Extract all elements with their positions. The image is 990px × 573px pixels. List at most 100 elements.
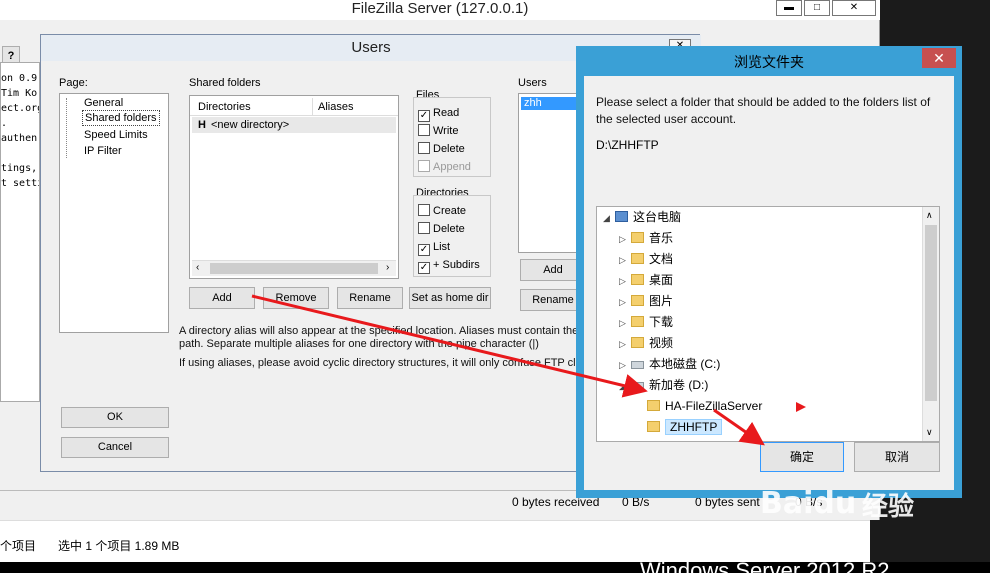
tree-node-label: 下载 (649, 315, 674, 329)
folder-icon (647, 421, 660, 432)
maximize-button[interactable]: □ (804, 0, 830, 16)
explorer-statusbar: 个项目 选中 1 个项目 1.89 MB (0, 520, 870, 564)
add-folder-button[interactable]: Add (189, 287, 255, 309)
perm-append-checkbox: Append (418, 158, 471, 176)
horizontal-scrollbar[interactable]: ‹ › (192, 260, 396, 276)
folder-icon (647, 400, 660, 411)
tree-node[interactable]: ▷ 音乐 (603, 228, 923, 249)
browse-prompt: Please select a folder that should be ad… (596, 95, 931, 126)
home-dir-marker: H (198, 119, 206, 131)
scroll-down-icon[interactable]: ∨ (926, 427, 933, 438)
tree-node[interactable]: ▷ 图片 (603, 291, 923, 312)
tree-node[interactable]: ▷ 本地磁盘 (C:) (603, 354, 923, 375)
browse-cancel-button[interactable]: 取消 (854, 442, 940, 472)
directories-group: Create Delete ✓ List ✓ + Subdirs (413, 195, 491, 277)
log-line: t setti (1, 178, 40, 189)
tree-node[interactable]: ▷ 视频 (603, 333, 923, 354)
computer-icon (615, 211, 628, 222)
perm-write-checkbox[interactable]: Write (418, 122, 458, 140)
folder-icon (631, 232, 644, 243)
tree-rows: ◢ 这台电脑 ▷ 音乐 ▷ 文档 ▷ 桌面 ▷ 图片 ▷ 下载 ▷ 视频 ▷ 本地磁盘 (C:) ◢ 新加卷 (D… (603, 207, 923, 438)
browse-body: Please select a folder that should be ad… (584, 76, 954, 490)
rename-folder-button[interactable]: Rename (337, 287, 403, 309)
alias-note-3: If using aliases, please avoid cyclic di… (179, 357, 579, 369)
remove-folder-button[interactable]: Remove (263, 287, 329, 309)
perm-dir-delete-checkbox[interactable]: Delete (418, 220, 465, 238)
files-group: ✓ Read Write Delete Append (413, 97, 491, 177)
tree-node-label: 这台电脑 (633, 210, 682, 224)
tree-node[interactable]: ◢ 新加卷 (D:) (603, 375, 923, 396)
browse-folder-dialog: 浏览文件夹 ✕ Please select a folder that shou… (576, 46, 962, 498)
expand-arrow-icon[interactable]: ▷ (619, 313, 631, 334)
log-line: ect.org (1, 103, 40, 114)
expand-arrow-icon[interactable]: ◢ (619, 376, 631, 397)
perm-read-checkbox[interactable]: ✓ Read (418, 104, 459, 122)
close-button[interactable]: ✕ (832, 0, 876, 16)
table-row[interactable]: H <new directory> (192, 117, 396, 133)
list-header: Directories Aliases (190, 98, 398, 116)
browse-close-button[interactable]: ✕ (922, 48, 956, 68)
cancel-button[interactable]: Cancel (61, 437, 169, 458)
log-line: tings, (1, 163, 38, 174)
expand-arrow-icon[interactable]: ▷ (619, 355, 631, 376)
minimize-button[interactable]: ▬ (776, 0, 802, 16)
perm-delete-checkbox[interactable]: Delete (418, 140, 465, 158)
expand-arrow-icon[interactable]: ▷ (619, 292, 631, 313)
vertical-scrollbar[interactable]: ∧ ∨ (922, 207, 939, 441)
scroll-left-icon[interactable]: ‹ (196, 262, 199, 273)
folder-icon (631, 295, 644, 306)
col-divider (312, 98, 313, 116)
tree-node-label: 本地磁盘 (C:) (649, 357, 721, 371)
shared-folders-label: Shared folders (189, 77, 261, 89)
set-home-dir-button[interactable]: Set as home dir (409, 287, 491, 309)
tree-node-label: HA-FileZillaServer (665, 399, 763, 413)
scroll-thumb[interactable] (925, 225, 937, 401)
scroll-up-icon[interactable]: ∧ (926, 210, 933, 221)
expand-arrow-icon[interactable]: ▷ (619, 271, 631, 292)
watermark-cn: 经验 (862, 492, 915, 522)
log-pane: on 0.9. Tim Ko ect.org . authen tings, t… (0, 62, 40, 402)
tree-node[interactable]: ◢ 这台电脑 (603, 207, 923, 228)
expand-arrow-icon[interactable]: ▷ (619, 229, 631, 250)
confirm-button[interactable]: 确定 (760, 442, 844, 472)
selection-info: 选中 1 个项目 1.89 MB (58, 539, 180, 553)
page-tree: General Shared folders Speed Limits IP F… (59, 93, 169, 333)
perm-list-checkbox[interactable]: ✓ List (418, 238, 450, 256)
tree-node-label: 桌面 (649, 273, 674, 287)
tree-node-label: 图片 (649, 294, 674, 308)
browse-dialog-title: 浏览文件夹 (734, 54, 804, 70)
expand-arrow-icon[interactable]: ▷ (619, 250, 631, 271)
folder-tree[interactable]: ◢ 这台电脑 ▷ 音乐 ▷ 文档 ▷ 桌面 ▷ 图片 ▷ 下载 ▷ 视频 ▷ 本地磁盘 (C:) ◢ 新加卷 (D… (596, 206, 940, 442)
folder-icon (631, 337, 644, 348)
expand-arrow-icon[interactable]: ◢ (603, 208, 615, 229)
tree-node-label: ZHHFTP (665, 419, 723, 435)
col-directories[interactable]: Directories (198, 101, 251, 113)
alias-note-2: path. Separate multiple aliases for one … (179, 338, 539, 350)
log-line: on 0.9. (1, 73, 40, 84)
col-aliases[interactable]: Aliases (318, 101, 353, 113)
tree-node[interactable]: ▷ 下载 (603, 312, 923, 333)
tree-node-label: 文档 (649, 252, 674, 266)
tree-node-label: 视频 (649, 336, 674, 350)
page-shared-folders[interactable]: Shared folders (82, 110, 160, 126)
selected-path: D:\ZHHFTP (596, 138, 659, 152)
tree-node[interactable]: ▷ 桌面 (603, 270, 923, 291)
log-line: authen (1, 133, 38, 144)
page-ip-filter[interactable]: IP Filter (84, 142, 122, 160)
expand-arrow-icon[interactable]: ▷ (619, 334, 631, 355)
scroll-thumb[interactable] (210, 263, 378, 274)
tree-line (66, 98, 67, 158)
ok-button[interactable]: OK (61, 407, 169, 428)
folder-icon (631, 316, 644, 327)
tree-node[interactable]: HA-FileZillaServer (603, 396, 923, 417)
log-line: . (1, 118, 8, 129)
perm-subdirs-checkbox[interactable]: ✓ + Subdirs (418, 256, 480, 274)
scroll-right-icon[interactable]: › (386, 262, 389, 273)
tree-node[interactable]: ZHHFTP (603, 417, 923, 438)
drive-icon (631, 361, 644, 369)
perm-create-checkbox[interactable]: Create (418, 202, 466, 220)
tree-node-label: 新加卷 (D:) (649, 378, 709, 392)
tree-node[interactable]: ▷ 文档 (603, 249, 923, 270)
directory-name: <new directory> (210, 119, 290, 131)
shared-folders-list[interactable]: Directories Aliases H <new directory> ‹ › (189, 95, 399, 279)
